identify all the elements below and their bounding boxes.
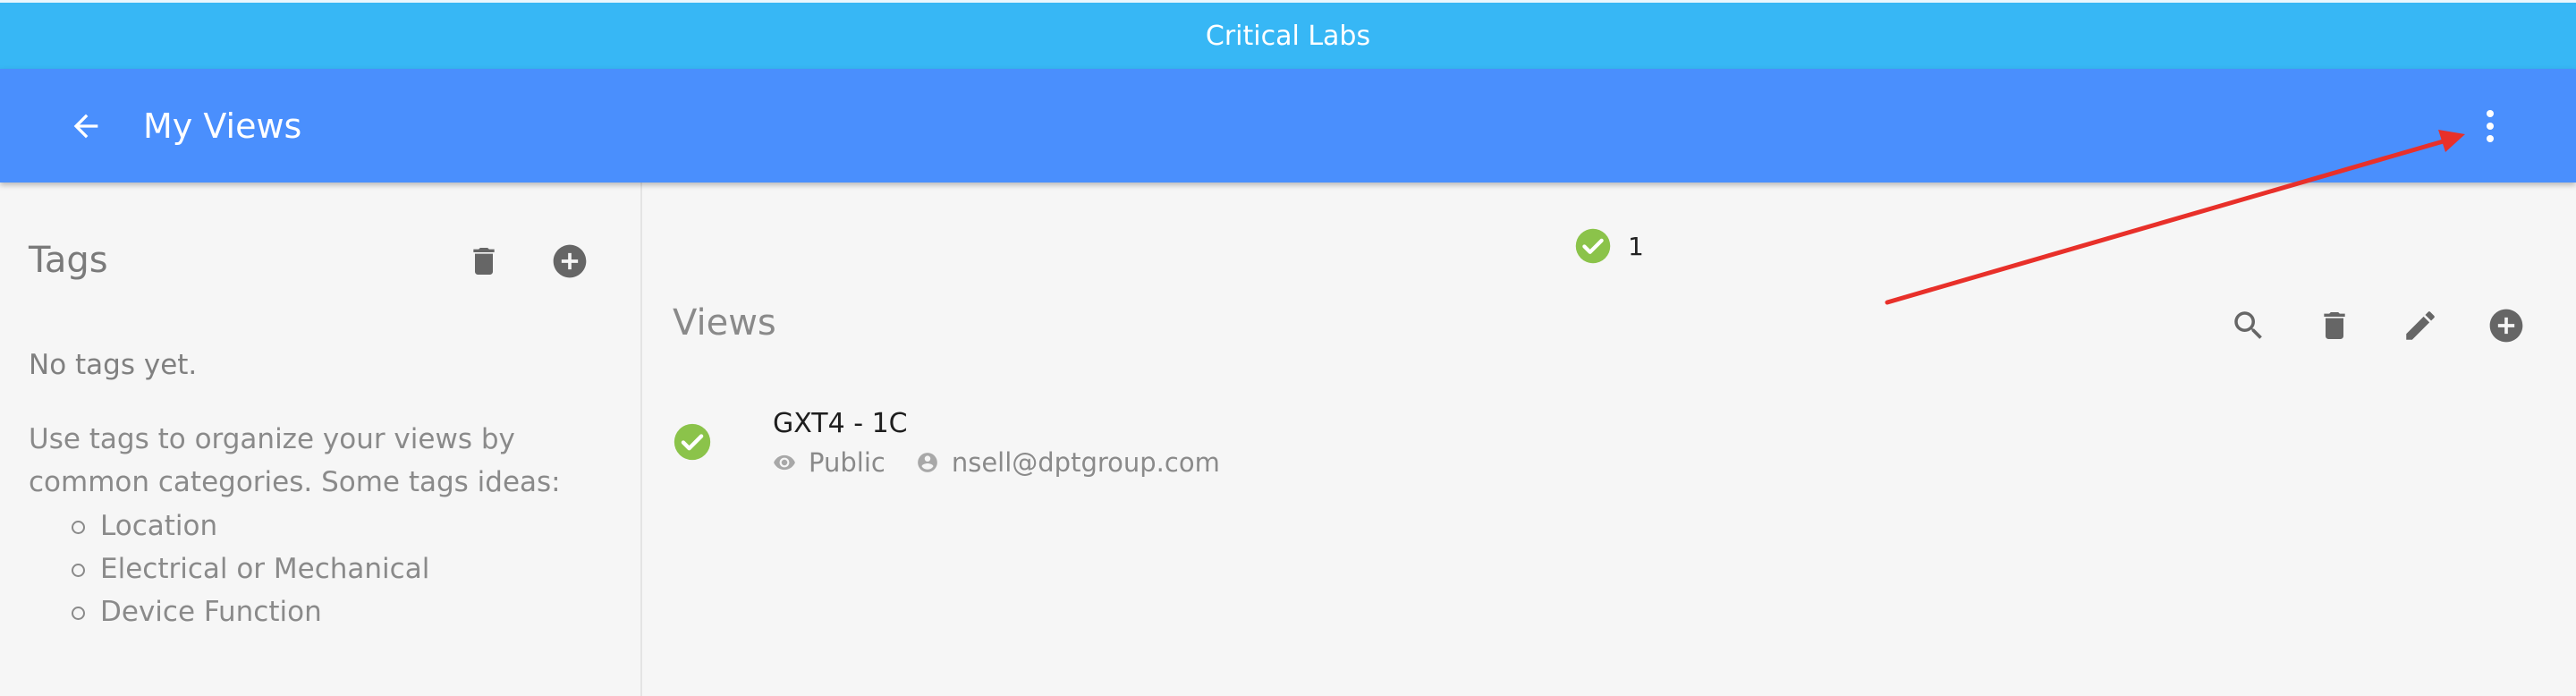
- views-panel: 1 Views GXT4 - 1C Public nsell@dptgroup.…: [644, 182, 2576, 696]
- search-icon: [2234, 311, 2262, 339]
- check-circle-icon: [1575, 228, 1611, 264]
- tag-idea-item: Electrical or Mechanical: [72, 547, 429, 590]
- eye-icon: [774, 454, 795, 471]
- more-options-button[interactable]: [2470, 99, 2510, 153]
- tags-title: Tags: [29, 240, 108, 281]
- trash-icon: [473, 248, 495, 275]
- view-owner-email: nsell@dptgroup.com: [951, 447, 1220, 478]
- add-view-button[interactable]: [2483, 302, 2529, 349]
- add-tag-button[interactable]: [547, 238, 593, 284]
- delete-view-button[interactable]: [2311, 302, 2358, 349]
- delete-tag-button[interactable]: [461, 238, 507, 284]
- edit-view-button[interactable]: [2397, 302, 2444, 349]
- add-circle-icon: [553, 244, 587, 278]
- tags-sidebar: Tags No tags yet. Use tags to organize y…: [0, 182, 642, 696]
- tags-help-text: Use tags to organize your views by commo…: [29, 423, 561, 498]
- trash-icon: [2324, 312, 2345, 339]
- app-title: Critical Labs: [1205, 20, 1371, 52]
- view-list-item[interactable]: GXT4 - 1C Public nsell@dptgroup.com: [644, 406, 2576, 487]
- back-button[interactable]: [63, 103, 109, 149]
- view-name: GXT4 - 1C: [773, 408, 908, 439]
- no-tags-message: No tags yet.: [29, 349, 198, 381]
- pencil-icon: [2406, 311, 2435, 340]
- more-vert-icon: [2487, 110, 2494, 142]
- page-title: My Views: [143, 106, 302, 146]
- views-title: Views: [673, 302, 776, 344]
- view-meta: Public nsell@dptgroup.com: [773, 447, 1250, 478]
- view-status: [673, 422, 712, 465]
- view-owner: nsell@dptgroup.com: [916, 447, 1220, 478]
- app-title-bar: Critical Labs: [0, 0, 2576, 69]
- page-header: My Views: [0, 69, 2576, 182]
- selected-count: 1: [1628, 231, 1644, 261]
- search-views-button[interactable]: [2225, 302, 2272, 349]
- tag-idea-item: Location: [72, 505, 429, 547]
- account-circle-icon: [917, 453, 937, 472]
- tag-ideas-list: Location Electrical or Mechanical Device…: [72, 505, 429, 633]
- tag-idea-item: Device Function: [72, 590, 429, 633]
- app-root: Critical Labs My Views Tags No tags yet.…: [0, 0, 2576, 696]
- selected-count-badge: 1: [1574, 227, 1644, 265]
- view-visibility: Public: [773, 447, 886, 478]
- check-circle-icon: [674, 423, 711, 461]
- add-circle-icon: [2489, 309, 2523, 343]
- arrow-left-icon: [73, 114, 98, 139]
- view-visibility-label: Public: [809, 447, 886, 478]
